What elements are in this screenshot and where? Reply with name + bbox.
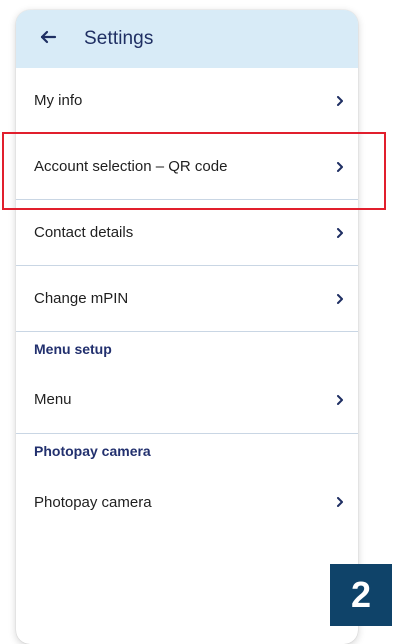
settings-item-contact-details[interactable]: Contact details [16, 200, 358, 266]
settings-item-label: Photopay camera [34, 493, 152, 511]
section-heading-photopay-camera: Photopay camera [34, 443, 151, 459]
settings-item-my-info[interactable]: My info [16, 68, 358, 134]
chevron-right-icon [334, 161, 346, 173]
settings-item-label: Change mPIN [34, 290, 129, 307]
chevron-right-icon [334, 227, 346, 239]
step-badge: 2 [330, 564, 392, 626]
settings-item-label: Menu [34, 391, 72, 408]
chevron-right-icon [334, 496, 346, 508]
back-button[interactable] [34, 25, 62, 53]
chevron-right-icon [334, 293, 346, 305]
page-title: Settings [84, 28, 154, 49]
settings-item-account-selection-qr-code[interactable]: Account selection – QR code [16, 134, 358, 200]
settings-panel: Settings My info Account selection – QR … [16, 10, 358, 644]
settings-item-menu[interactable]: Menu [16, 366, 358, 434]
settings-item-label: Contact details [34, 224, 134, 241]
chevron-right-icon [334, 394, 346, 406]
settings-item-photopay-camera[interactable]: Photopay camera [16, 468, 358, 536]
settings-item-change-mpin[interactable]: Change mPIN [16, 266, 358, 332]
settings-item-label: Account selection – QR code [34, 158, 228, 175]
settings-item-label: My info [34, 92, 83, 109]
section-heading-menu-setup: Menu setup [34, 341, 112, 357]
arrow-left-icon [38, 27, 58, 52]
chevron-right-icon [334, 95, 346, 107]
header-bar: Settings [16, 10, 358, 68]
